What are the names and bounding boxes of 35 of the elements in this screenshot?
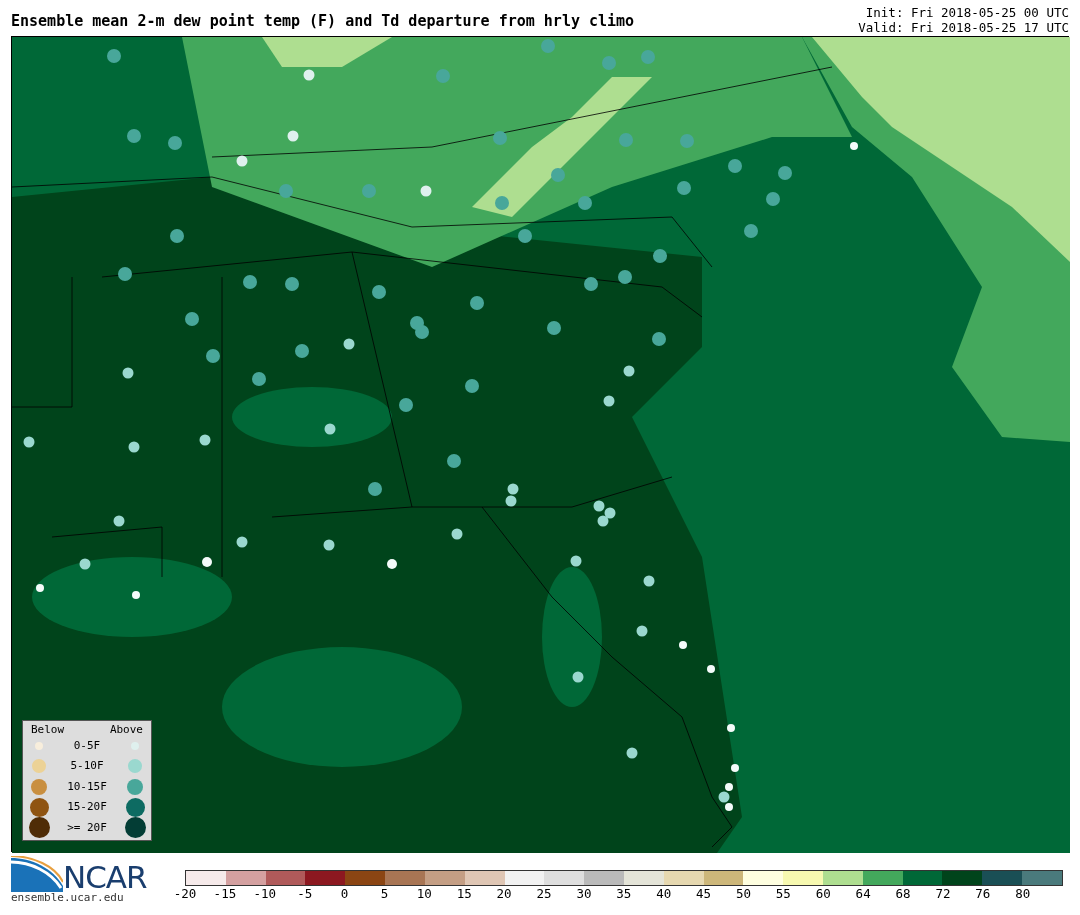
colorbar-tick-label: -5: [297, 886, 313, 901]
colorbar-tick-label: 40: [656, 886, 672, 901]
colorbar-tick-label: 35: [616, 886, 632, 901]
colorbar-tick-label: -10: [253, 886, 277, 901]
legend-label: 5-10F: [70, 758, 104, 774]
swoosh-logo-icon: [11, 856, 63, 892]
colorbar-tick-label: 20: [496, 886, 512, 901]
colorbar-tick-label: 30: [576, 886, 592, 901]
legend-label: 15-20F: [67, 799, 107, 815]
colorbar-tick-label: 68: [895, 886, 911, 901]
colorbar-tick-label: 60: [815, 886, 831, 901]
colorbar-tick-label: 25: [536, 886, 552, 901]
legend-header: Above: [109, 722, 143, 736]
init-time: Init: Fri 2018-05-25 00 UTC: [864, 5, 1069, 20]
colorbar-tick-label: -20: [173, 886, 197, 901]
colorbar-tick-label: 5: [380, 886, 389, 901]
site-url: ensemble.ucar.edu: [11, 892, 125, 904]
logo-text: NCAR: [63, 862, 147, 892]
colorbar-tick-label: 80: [1015, 886, 1031, 901]
colorbar-tick-label: -15: [213, 886, 237, 901]
legend-label: 10-15F: [67, 778, 107, 795]
colorbar-tick-label: 10: [416, 886, 432, 901]
legend-label: >= 20F: [67, 819, 107, 836]
colorbar-tick-label: 45: [696, 886, 712, 901]
chart-title: Ensemble mean 2-m dew point temp (F) and Td departure from hrly climo: [11, 11, 635, 32]
valid-time: Valid: Fri 2018-05-25 17 UTC: [858, 20, 1069, 35]
colorbar-tick-label: 55: [775, 886, 791, 901]
colorbar-tick-label: 76: [975, 886, 991, 901]
legend-label: 0-5F: [73, 737, 101, 754]
colorbar-tick-label: 50: [735, 886, 751, 901]
colorbar-tick-label: 64: [855, 886, 871, 901]
colorbar-tick-label: 0: [340, 886, 349, 901]
colorbar-tick-label: 72: [935, 886, 951, 901]
legend-header: Below: [31, 722, 65, 736]
colorbar-tick-label: 15: [456, 886, 472, 901]
